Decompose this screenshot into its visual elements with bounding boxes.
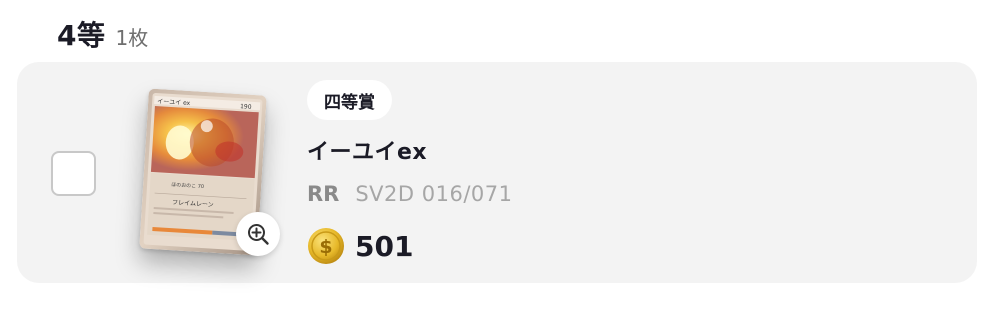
prize-list-page: 4等 1枚 イーユイ ex 190 ほのおのこ 70 フレイムレーン 四等賞 イ… — [0, 0, 998, 326]
zoom-in-icon — [248, 224, 269, 245]
zoom-in-button[interactable] — [236, 212, 280, 256]
price-value: 501 — [355, 229, 414, 263]
card-name: イーユイex — [307, 140, 428, 165]
card-set-code: SV2D 016/071 — [355, 182, 513, 206]
card-price: $ 501 — [307, 226, 413, 266]
card-select-checkbox[interactable] — [51, 151, 96, 196]
gold-coin-icon: $ — [308, 228, 344, 264]
prize-rank-badge: 四等賞 — [307, 80, 392, 120]
svg-text:190: 190 — [240, 103, 252, 111]
prize-tier-count: 1枚 — [115, 26, 149, 50]
prize-tier-header: 4等 1枚 — [57, 14, 148, 54]
svg-text:$: $ — [319, 236, 332, 258]
prize-card-row[interactable]: イーユイ ex 190 ほのおのこ 70 フレイムレーン 四等賞 イーユイex … — [17, 62, 977, 283]
prize-tier-title: 4等 — [57, 19, 106, 52]
card-meta: RR SV2D 016/071 — [307, 182, 513, 206]
card-rarity: RR — [307, 182, 340, 206]
